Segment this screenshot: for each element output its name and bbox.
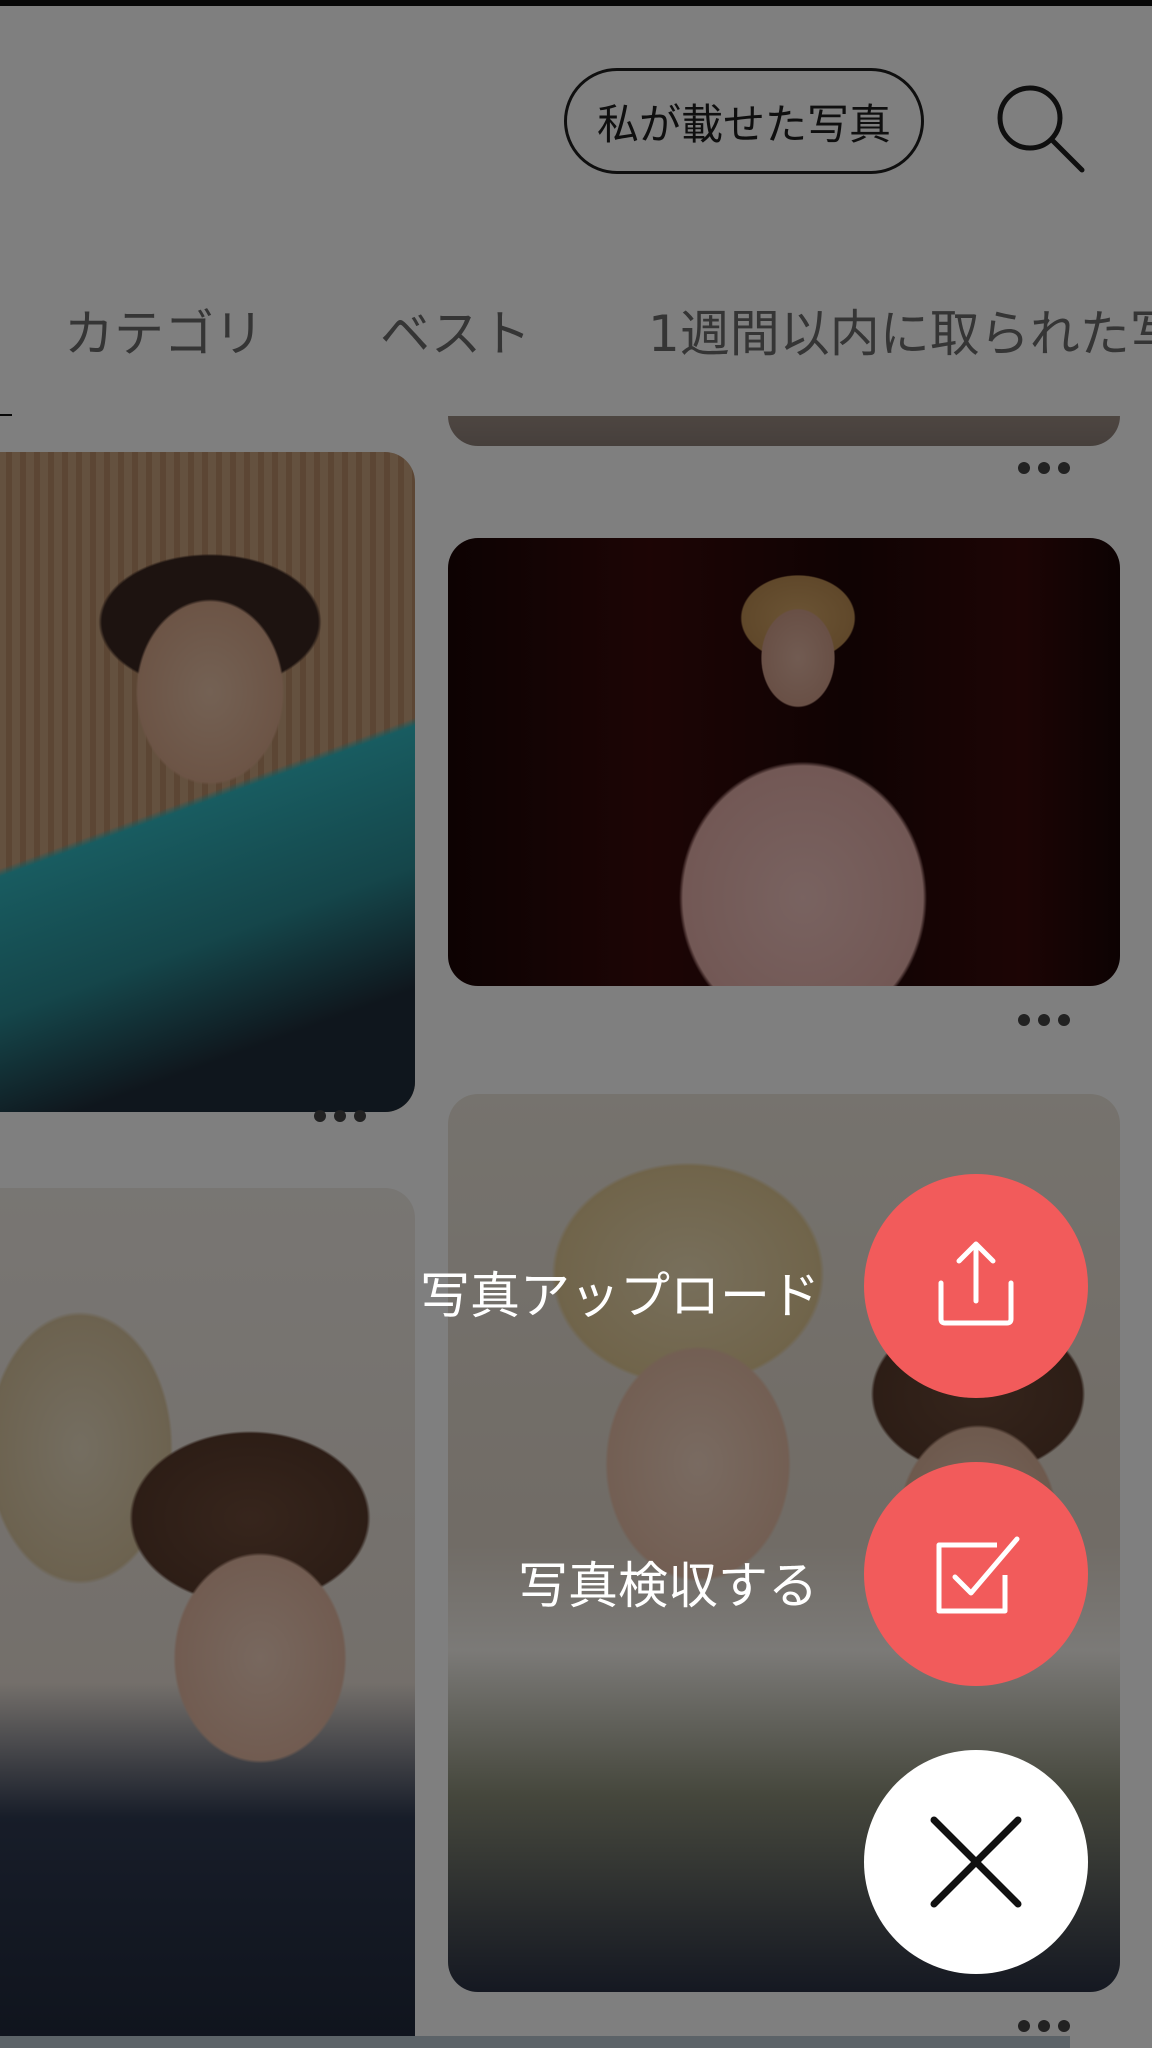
upload-photo-button[interactable] bbox=[864, 1174, 1088, 1398]
dim-overlay[interactable] bbox=[0, 0, 1152, 2048]
upload-photo-label[interactable]: 写真アップロード bbox=[420, 1256, 820, 1328]
upload-icon bbox=[938, 1241, 1014, 1326]
close-menu-button[interactable] bbox=[864, 1750, 1088, 1974]
close-icon bbox=[930, 1816, 1022, 1908]
checkbox-icon bbox=[936, 1536, 1020, 1614]
inspect-photo-label[interactable]: 写真検収する bbox=[518, 1546, 818, 1618]
inspect-photo-button[interactable] bbox=[864, 1462, 1088, 1686]
